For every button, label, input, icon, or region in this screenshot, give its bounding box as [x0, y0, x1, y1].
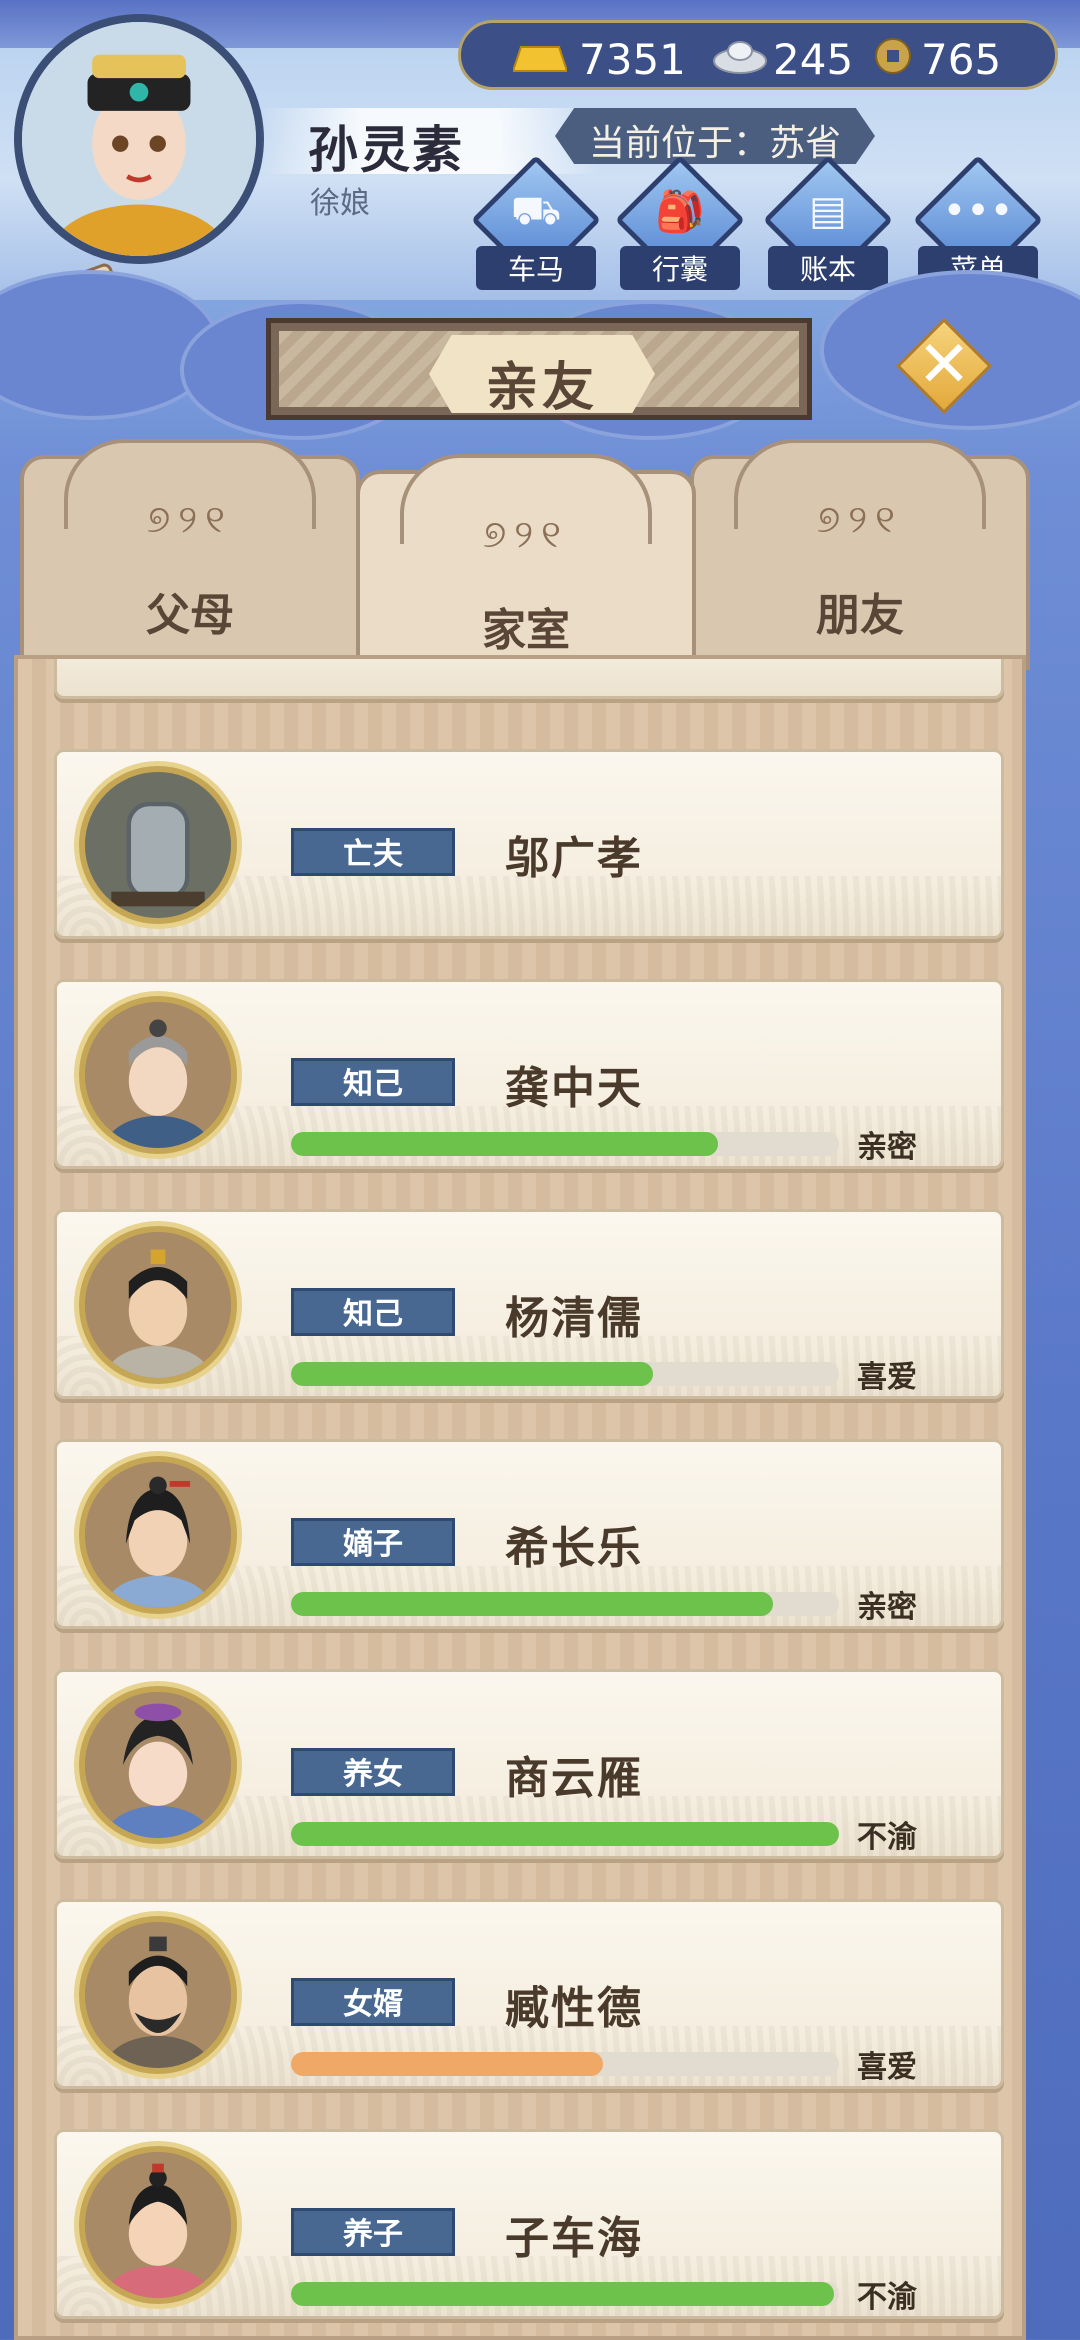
role-badge: 养女	[291, 1748, 455, 1796]
header: 孙灵素 徐娘 7351 245 765 当前位于：苏省 ⛟ 车马 🎒 行囊 ▤ …	[0, 0, 1080, 440]
currency-bar: 7351 245 765	[458, 20, 1058, 90]
member-portrait[interactable]	[79, 996, 237, 1154]
tab-family[interactable]: ୭୨୧ 家室	[356, 454, 696, 685]
intimacy-fill	[291, 1362, 653, 1386]
player-portrait-icon	[22, 22, 256, 256]
page-title-banner: 亲友	[266, 318, 812, 420]
young-man-portrait-icon	[85, 1462, 231, 1608]
member-name: 杨清儒	[505, 1293, 643, 1344]
list-item-partial	[54, 659, 1004, 699]
member-name: 商云雁	[505, 1753, 643, 1804]
intimacy-fill	[291, 2282, 834, 2306]
member-card[interactable]: 知己 杨清儒 喜爱	[54, 1209, 1004, 1399]
silver-amount: 245	[773, 35, 854, 84]
tombstone-icon	[85, 772, 231, 918]
role-badge: 知己	[291, 1288, 455, 1336]
ledger-icon: ▤	[809, 188, 847, 234]
role-badge: 亡夫	[291, 828, 455, 876]
member-card[interactable]: 女婿 臧性德 喜爱	[54, 1899, 1004, 2089]
player-title: 徐娘	[310, 186, 370, 221]
intimacy-fill	[291, 1132, 719, 1156]
cloud-swirl-icon: ୭୨୧	[483, 512, 569, 556]
member-portrait[interactable]	[79, 766, 237, 924]
member-card[interactable]: 嫡子 希长乐 亲密	[54, 1439, 1004, 1629]
member-portrait[interactable]	[79, 1686, 237, 1844]
member-portrait[interactable]	[79, 1916, 237, 2074]
intimacy-fill	[291, 2052, 604, 2076]
boy-portrait-icon	[85, 2152, 231, 2298]
intimacy-fill	[291, 1822, 839, 1846]
carriage-icon: ⛟	[510, 188, 562, 234]
intimacy-bar	[291, 2282, 839, 2306]
member-card[interactable]: 养子 子车海 不渝	[54, 2129, 1004, 2319]
intimacy-bar	[291, 1362, 839, 1386]
intimacy-bar	[291, 1592, 839, 1616]
intimacy-fill	[291, 1592, 774, 1616]
bearded-man-portrait-icon	[85, 1922, 231, 2068]
close-icon: ✕	[917, 328, 971, 402]
tab-friends[interactable]: ୭୨୧ 朋友	[690, 439, 1030, 670]
gold-amount: 7351	[579, 35, 686, 84]
relation-label: 亲密	[857, 1130, 917, 1165]
copper-coin-icon	[875, 38, 911, 74]
intimacy-bar	[291, 2052, 839, 2076]
more-icon: •••	[942, 188, 1014, 234]
role-badge: 女婿	[291, 1978, 455, 2026]
cloud-swirl-icon: ୭୨୧	[817, 497, 903, 541]
member-name: 希长乐	[505, 1523, 643, 1574]
member-portrait[interactable]	[79, 1226, 237, 1384]
member-name: 子车海	[505, 2213, 643, 2264]
bag-icon: 🎒	[655, 189, 705, 235]
silver-ingot-icon	[713, 41, 767, 74]
player-avatar[interactable]	[14, 14, 264, 264]
tab-parents[interactable]: ୭୨୧ 父母	[20, 439, 360, 670]
cloud-swirl-icon: ୭୨୧	[147, 497, 233, 541]
intimacy-bar	[291, 1822, 839, 1846]
scholar-portrait-icon	[85, 1232, 231, 1378]
relation-label: 不渝	[857, 1820, 917, 1855]
gold-ingot-icon	[513, 46, 567, 72]
lady-portrait-icon	[85, 1692, 231, 1838]
copper-amount: 765	[921, 35, 1002, 84]
intimacy-bar	[291, 1132, 839, 1156]
close-button[interactable]: ✕	[895, 317, 993, 415]
player-name: 孙灵素	[308, 121, 464, 179]
page-title: 亲友	[485, 358, 598, 418]
role-badge: 养子	[291, 2208, 455, 2256]
relation-label: 喜爱	[857, 2050, 917, 2085]
member-portrait[interactable]	[79, 2146, 237, 2304]
member-portrait[interactable]	[79, 1456, 237, 1614]
member-card[interactable]: 知己 龚中天 亲密	[54, 979, 1004, 1169]
member-card[interactable]: 亡夫 邬广孝	[54, 749, 1004, 939]
relation-label: 不渝	[857, 2280, 917, 2315]
member-name: 龚中天	[505, 1063, 643, 1114]
member-name: 臧性德	[505, 1983, 643, 2034]
role-badge: 嫡子	[291, 1518, 455, 1566]
member-card[interactable]: 养女 商云雁 不渝	[54, 1669, 1004, 1859]
member-list-panel[interactable]: 亡夫 邬广孝 知己 龚中天 亲密 知己 杨清儒 喜爱 嫡子 希长乐 亲密 养女 …	[14, 655, 1026, 2340]
relation-label: 喜爱	[857, 1360, 917, 1395]
role-badge: 知己	[291, 1058, 455, 1106]
relation-label: 亲密	[857, 1590, 917, 1625]
member-name: 邬广孝	[505, 833, 643, 884]
elder-portrait-icon	[85, 1002, 231, 1148]
